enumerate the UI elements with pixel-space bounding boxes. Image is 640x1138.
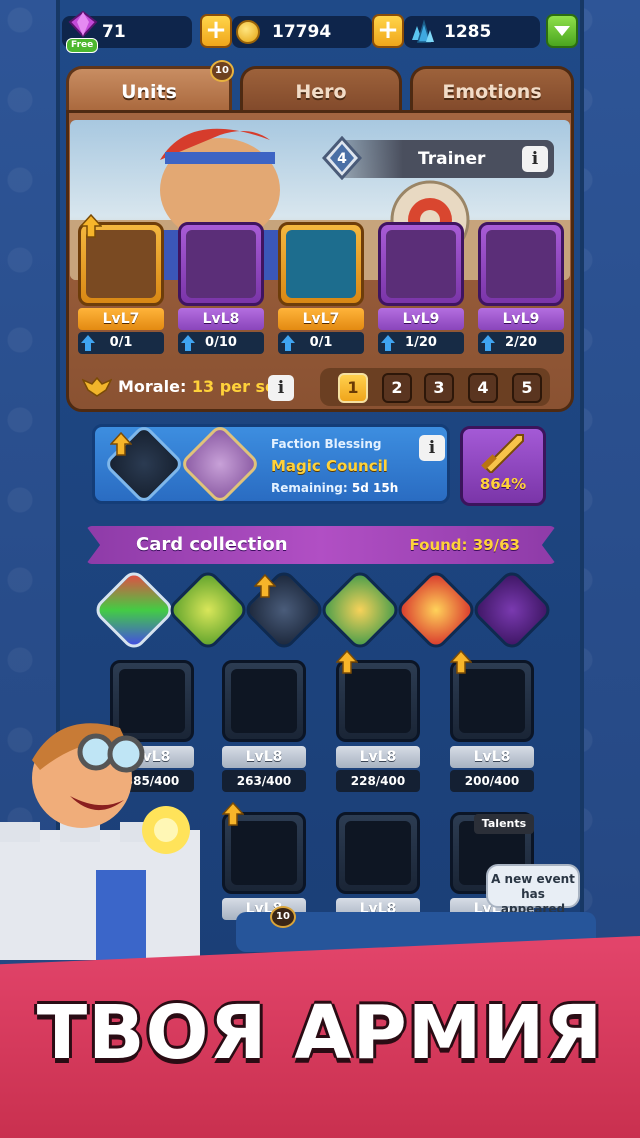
free-badge: Free (66, 38, 99, 53)
dock-badge: 10 (270, 906, 296, 928)
pilot-character-art (0, 723, 200, 960)
crystals-value: 1285 (444, 22, 492, 42)
upgrade-arrow-icon (81, 335, 95, 351)
unit-progress-value: 0/1 (109, 335, 133, 350)
page-button-5[interactable]: 5 (512, 373, 542, 403)
unit-upgrade-arrow-icon (80, 214, 102, 238)
page-button-1[interactable]: 1 (338, 373, 368, 403)
unit-progress: 2/20 (478, 332, 564, 354)
unit-level: LvL9 (378, 308, 464, 330)
crystals-counter: 1285 (404, 16, 540, 48)
collection-card[interactable]: LvL8 200/400 (450, 660, 534, 792)
resource-bar: Free 71 + 17794 + 1285 (56, 10, 584, 53)
collection-found: Found: 39/63 (409, 536, 521, 554)
magic-potion-icon (178, 422, 262, 506)
unit-level: LvL7 (78, 308, 164, 330)
buy-coins-button[interactable]: + (200, 14, 232, 48)
coin-icon (236, 20, 260, 44)
talents-label: Talents (474, 814, 534, 834)
promo-title: ТВОЯ АРМИЯ (36, 990, 604, 1076)
faction-name: Magic Council (271, 457, 388, 475)
tab-hero[interactable]: Hero (240, 66, 402, 114)
unit-level: LvL9 (478, 308, 564, 330)
remaining-label: Remaining: (271, 481, 348, 495)
unit-progress: 0/1 (278, 332, 364, 354)
chevron-down-icon (554, 26, 570, 36)
unit-card[interactable]: LvL9 1/20 (378, 222, 464, 356)
eagle-icon (82, 376, 112, 397)
upgrade-arrow-icon (481, 335, 495, 351)
card-level: LvL8 (336, 746, 420, 768)
buy-crystals-button[interactable]: + (372, 14, 404, 48)
collection-title: Card collection (136, 534, 288, 555)
unit-portrait (178, 222, 264, 306)
page-button-3[interactable]: 3 (424, 373, 454, 403)
card-portrait (336, 812, 420, 894)
faction-blessing-panel[interactable]: Faction Blessing Magic Council Remaining… (92, 422, 450, 506)
unit-progress: 0/1 (78, 332, 164, 354)
trainer-label: Trainer (418, 149, 486, 169)
new-event-bubble[interactable]: A new event has appeared (486, 864, 580, 916)
units-tab-badge: 10 (210, 60, 234, 82)
menu-dropdown-button[interactable] (546, 14, 578, 48)
morale-info-button[interactable]: i (268, 375, 294, 401)
page-button-2[interactable]: 2 (382, 373, 412, 403)
card-progress: 200/400 (450, 770, 534, 792)
upgrade-arrow-icon (381, 335, 395, 351)
page-button-4[interactable]: 4 (468, 373, 498, 403)
gems-counter: Free 71 (62, 10, 192, 53)
gems-value: 71 (102, 22, 126, 42)
crystal-icon (412, 19, 434, 43)
card-collection-ribbon: Card collection Found: 39/63 (86, 526, 556, 564)
unit-progress-value: 1/20 (405, 335, 437, 350)
upgrade-arrow-icon (181, 335, 195, 351)
sword-icon (481, 434, 524, 475)
filter-upgrade-arrow-icon (254, 574, 276, 598)
card-progress: 228/400 (336, 770, 420, 792)
unit-progress-value: 2/20 (505, 335, 537, 350)
trainer-level: 4 (337, 151, 347, 167)
tab-units[interactable]: Units (66, 66, 232, 114)
faction-upgrade-arrow-icon (110, 432, 132, 456)
collection-card[interactable]: LvL8 228/400 (336, 660, 420, 792)
unit-card[interactable]: LvL7 0/1 (78, 222, 164, 356)
remaining-time: 5d 15h (351, 481, 399, 495)
unit-portrait (378, 222, 464, 306)
unit-portrait (478, 222, 564, 306)
faction-remaining: Remaining: 5d 15h (271, 481, 398, 495)
faction-info-button[interactable]: i (419, 435, 445, 461)
unit-card[interactable]: LvL9 2/20 (478, 222, 564, 356)
unit-progress-value: 0/10 (205, 335, 237, 350)
unit-level: LvL7 (278, 308, 364, 330)
card-upgrade-arrow-icon (336, 650, 358, 674)
unit-progress: 1/20 (378, 332, 464, 354)
card-level: LvL8 (450, 746, 534, 768)
trainer-info-button[interactable]: i (522, 146, 548, 172)
gem-icon (68, 10, 98, 38)
power-boost-button[interactable]: 864% (460, 426, 546, 506)
upgrade-arrow-icon (281, 335, 295, 351)
morale-text: Morale: 13 per sec. (118, 372, 291, 402)
tab-emotions[interactable]: Emotions (410, 66, 574, 114)
unit-card[interactable]: LvL7 0/1 (278, 222, 364, 356)
faction-title: Faction Blessing (271, 437, 382, 451)
unit-card[interactable]: LvL8 0/10 (178, 222, 264, 356)
coins-counter: 17794 (232, 16, 372, 48)
trainer-level-shield-icon: 4 (322, 136, 362, 180)
unit-level: LvL8 (178, 308, 264, 330)
unit-progress: 0/10 (178, 332, 264, 354)
power-value: 864% (479, 475, 527, 493)
unit-portrait (278, 222, 364, 306)
coins-value: 17794 (272, 22, 332, 42)
morale-label: Morale: (118, 377, 187, 396)
unit-progress-value: 0/1 (309, 335, 333, 350)
card-upgrade-arrow-icon (450, 650, 472, 674)
